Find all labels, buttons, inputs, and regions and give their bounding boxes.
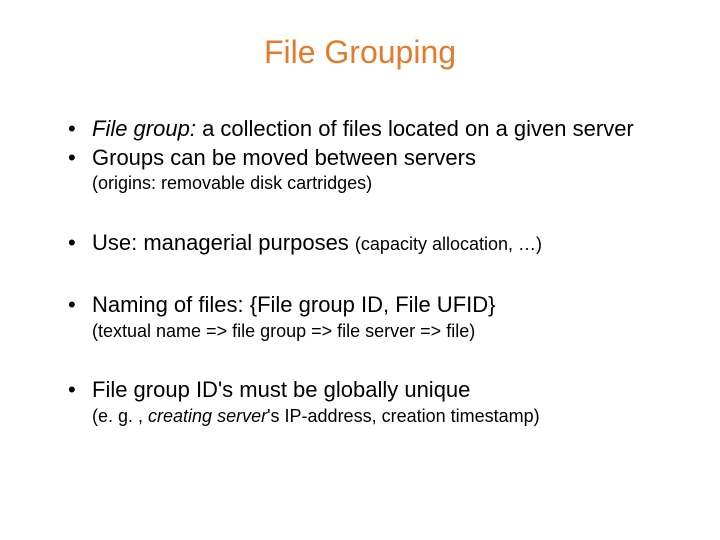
bullet-term: File group: <box>92 116 196 141</box>
bullet-use: Use: managerial purposes (capacity alloc… <box>64 229 680 258</box>
bullet-file-group-def: File group: a collection of files locate… <box>64 115 680 144</box>
bullet-text: Naming of files: {File group ID, File UF… <box>92 292 495 317</box>
sub-suffix: 's IP-address, creation timestamp) <box>267 406 540 426</box>
sub-prefix: (e. g. , <box>92 406 148 426</box>
bullet-paren: (capacity allocation, …) <box>355 234 542 254</box>
bullet-subtext: (origins: removable disk cartridges) <box>92 172 680 195</box>
slide: File Grouping File group: a collection o… <box>0 0 720 540</box>
bullet-globally-unique: File group ID's must be globally unique … <box>64 376 680 427</box>
bullet-text: File group ID's must be globally unique <box>92 377 470 402</box>
bullet-subtext: (e. g. , creating server's IP-address, c… <box>92 405 680 428</box>
sub-italic: creating server <box>148 406 267 426</box>
bullet-subtext: (textual name => file group => file serv… <box>92 320 680 343</box>
bullet-text: Use: managerial purposes <box>92 230 355 255</box>
bullet-list: File group: a collection of files locate… <box>64 115 680 427</box>
bullet-naming: Naming of files: {File group ID, File UF… <box>64 291 680 342</box>
bullet-text: Groups can be moved between servers <box>92 145 476 170</box>
bullet-groups-moved: Groups can be moved between servers (ori… <box>64 144 680 195</box>
bullet-text: a collection of files located on a given… <box>196 116 634 141</box>
slide-title: File Grouping <box>40 34 680 71</box>
